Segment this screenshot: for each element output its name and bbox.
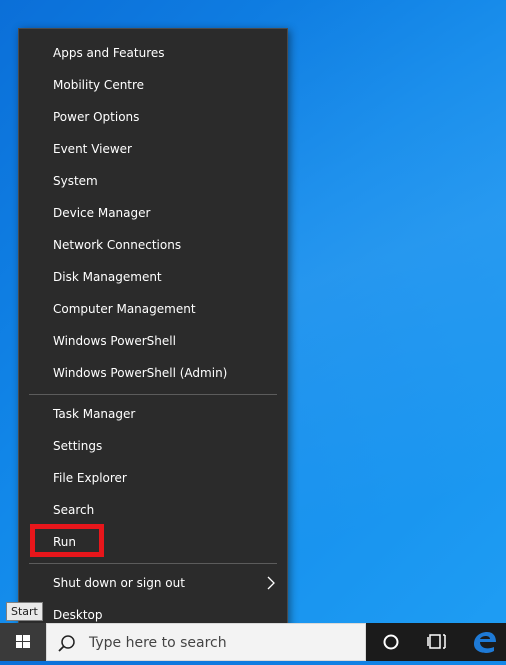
menu-item-event-viewer[interactable]: Event Viewer <box>19 135 287 163</box>
menu-item-label: Search <box>53 503 95 517</box>
menu-item-label: Settings <box>53 439 103 453</box>
chevron-right-icon <box>267 576 275 590</box>
taskbar: Type here to search <box>0 623 506 661</box>
edge-icon <box>474 632 496 653</box>
menu-item-computer-management[interactable]: Computer Management <box>19 295 287 323</box>
desktop-background <box>260 0 506 661</box>
menu-separator <box>29 563 277 564</box>
menu-item-search[interactable]: Search <box>19 496 287 524</box>
cortana-icon <box>383 634 399 650</box>
start-button[interactable] <box>0 623 46 661</box>
menu-item-disk-management[interactable]: Disk Management <box>19 263 287 291</box>
tooltip-label: Start <box>11 605 38 618</box>
menu-item-label: Computer Management <box>53 302 196 316</box>
menu-item-label: Disk Management <box>53 270 162 284</box>
menu-item-label: Task Manager <box>53 407 136 421</box>
menu-item-settings[interactable]: Settings <box>19 432 287 460</box>
menu-item-label: Apps and Features <box>53 46 165 60</box>
menu-item-windows-powershell[interactable]: Windows PowerShell <box>19 327 287 355</box>
menu-item-network-connections[interactable]: Network Connections <box>19 231 287 259</box>
menu-item-label: System <box>53 174 98 188</box>
menu-item-label: Mobility Centre <box>53 78 145 92</box>
menu-separator <box>29 394 277 395</box>
menu-item-label: Desktop <box>53 608 103 622</box>
edge-button[interactable] <box>462 623 506 661</box>
menu-item-label: Shut down or sign out <box>53 576 185 590</box>
menu-item-label: Power Options <box>53 110 140 124</box>
menu-item-system[interactable]: System <box>19 167 287 195</box>
menu-item-label: File Explorer <box>53 471 127 485</box>
menu-item-task-manager[interactable]: Task Manager <box>19 400 287 428</box>
cortana-button[interactable] <box>368 623 414 661</box>
menu-item-label: Event Viewer <box>53 142 132 156</box>
menu-item-mobility-centre[interactable]: Mobility Centre <box>19 71 287 99</box>
menu-item-label: Device Manager <box>53 206 151 220</box>
search-placeholder: Type here to search <box>89 635 227 651</box>
taskbar-search-box[interactable]: Type here to search <box>46 623 366 661</box>
task-view-button[interactable] <box>414 623 460 661</box>
menu-item-apps-and-features[interactable]: Apps and Features <box>19 39 287 67</box>
menu-item-file-explorer[interactable]: File Explorer <box>19 464 287 492</box>
menu-item-device-manager[interactable]: Device Manager <box>19 199 287 227</box>
run-highlight-box <box>30 524 104 557</box>
windows-logo-icon <box>16 635 30 648</box>
menu-item-label: Network Connections <box>53 238 182 252</box>
menu-item-shut-down-or-sign-out[interactable]: Shut down or sign out <box>19 569 287 597</box>
start-tooltip: Start <box>6 602 43 621</box>
menu-item-windows-powershell-admin[interactable]: Windows PowerShell (Admin) <box>19 359 287 387</box>
task-view-icon <box>427 634 446 649</box>
menu-item-label: Windows PowerShell <box>53 334 176 348</box>
search-icon <box>58 635 75 652</box>
menu-item-label: Windows PowerShell (Admin) <box>53 366 228 380</box>
menu-item-power-options[interactable]: Power Options <box>19 103 287 131</box>
